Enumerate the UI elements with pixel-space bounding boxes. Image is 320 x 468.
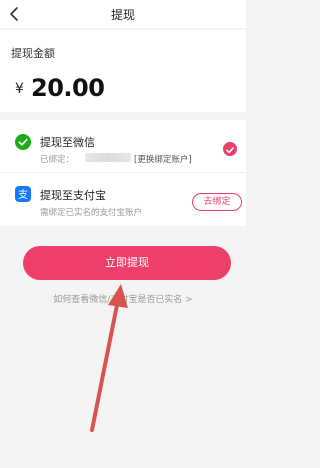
withdraw-now-button[interactable]: 立即提现 — [23, 246, 231, 280]
bind-alipay-button[interactable]: 去绑定 — [192, 193, 242, 211]
amount-card: 提现金额 ¥ 20.00 — [0, 30, 246, 112]
method-title: 提现至支付宝 — [40, 189, 106, 202]
change-account-link[interactable]: [更换绑定账户] — [134, 153, 192, 165]
method-title: 提现至微信 — [40, 136, 95, 149]
amount-label: 提现金额 — [11, 47, 55, 60]
page-title: 提现 — [110, 8, 135, 22]
amount-value: 20.00 — [31, 74, 105, 102]
masked-account — [85, 153, 131, 162]
svg-text:支: 支 — [18, 189, 28, 201]
verify-help-link[interactable]: 如何查看微信/支付宝是否已实名 > — [0, 292, 246, 305]
wechat-icon — [15, 134, 31, 150]
alipay-icon: 支 — [15, 186, 31, 202]
bind-hint: 需绑定已实名的支付宝账户 — [40, 208, 143, 218]
currency-symbol: ¥ — [15, 81, 24, 97]
method-alipay[interactable]: 支 提现至支付宝 需绑定已实名的支付宝账户 去绑定 — [0, 173, 246, 226]
withdraw-methods: 提现至微信 已绑定： [更换绑定账户] 支 提现至支付宝 需绑定已实名的支付宝账… — [0, 120, 246, 226]
bound-status: 已绑定： — [40, 155, 75, 165]
nav-bar: 提现 — [0, 0, 246, 28]
selected-check-icon — [223, 142, 237, 156]
method-wechat[interactable]: 提现至微信 已绑定： [更换绑定账户] — [0, 120, 246, 173]
